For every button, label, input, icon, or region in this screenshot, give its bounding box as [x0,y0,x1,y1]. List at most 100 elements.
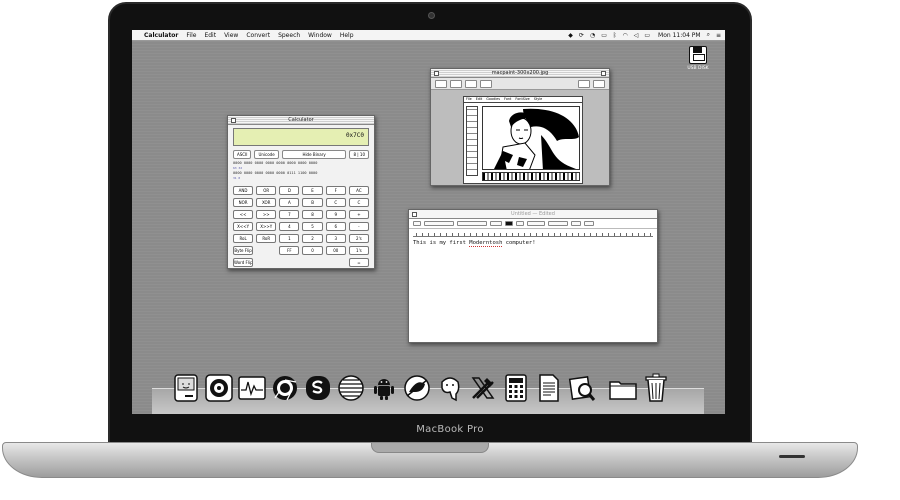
calculator-key[interactable]: FF [279,246,300,255]
calculator-key[interactable]: = [348,258,369,267]
calculator-key[interactable]: 00 [325,246,346,255]
trash-icon[interactable] [640,372,671,403]
toolbar-button[interactable] [435,80,447,88]
toolbar-button[interactable] [480,80,492,88]
calculator-key[interactable]: F [325,186,346,195]
ruler[interactable] [413,229,653,237]
safari-icon[interactable] [335,372,366,403]
paint-menu-item[interactable]: FontSize [515,97,529,102]
calculator-key[interactable]: C [325,198,346,207]
menu-help[interactable]: Help [340,32,354,39]
toolbar-button[interactable] [578,80,590,88]
menu-edit[interactable]: Edit [204,32,216,39]
calculator-key[interactable]: + [348,210,369,219]
macpaint-titlebar[interactable]: macpaint-300x200.jpg [431,69,609,78]
menu-view[interactable]: View [224,32,238,39]
calculator-key[interactable]: X<<Y [233,222,254,231]
paragraph-style-button[interactable] [413,221,421,226]
hide-binary-button[interactable]: Hide Binary [281,150,347,159]
alignment-group[interactable] [548,221,568,226]
calculator-key[interactable]: AC [348,186,369,195]
calculator-key[interactable]: >> [256,210,277,219]
calculator-key[interactable]: C [348,198,369,207]
paint-menu-item[interactable]: File [466,97,472,102]
unicode-button[interactable]: Unicode [254,150,279,159]
timemachine-icon[interactable]: ◔ [590,32,595,39]
calculator-key[interactable]: 5 [302,222,323,231]
calculator-key[interactable]: 0 [302,246,323,255]
hog-icon[interactable] [401,372,432,403]
preview-icon[interactable] [566,372,597,403]
calculator-key[interactable]: B [302,198,323,207]
android-icon[interactable] [368,372,399,403]
line-spacing-select[interactable] [571,221,581,226]
calculator-key[interactable]: 2's [348,234,369,243]
calculator-key[interactable]: AND [233,186,254,195]
xcode-icon[interactable] [467,372,498,403]
menu-file[interactable]: File [186,32,196,39]
calculator-key[interactable]: 7 [279,210,300,219]
sync-icon[interactable]: ⟳ [579,32,584,39]
menu-speech[interactable]: Speech [278,32,300,39]
zoom-icon[interactable] [601,71,606,76]
list-select[interactable] [584,221,594,226]
calculator-key[interactable]: RoL [233,234,254,243]
wifi-icon[interactable]: ◠ [622,32,627,39]
calculator-key[interactable]: 3 [325,234,346,243]
paint-menu-item[interactable]: Edit [476,97,483,102]
calculator-key[interactable]: 2 [302,234,323,243]
activity-monitor-icon[interactable] [236,372,267,403]
highlight-color-button[interactable] [516,221,524,226]
calculator-key[interactable]: << [233,210,254,219]
font-size-select[interactable] [490,221,502,226]
calculator-key[interactable]: 8 [302,210,323,219]
finder-mac-icon[interactable] [170,372,201,403]
volume-icon[interactable]: ◁ [634,32,639,39]
paint-menu-item[interactable]: Goodies [486,97,500,102]
folder-icon[interactable] [607,372,638,403]
close-icon[interactable] [434,71,439,76]
font-style-select[interactable] [457,221,487,226]
menu-window[interactable]: Window [308,32,332,39]
font-family-select[interactable] [424,221,454,226]
calculator-key[interactable]: 4 [279,222,300,231]
calculator-key[interactable]: Byte Flip [233,246,254,255]
menu-convert[interactable]: Convert [246,32,270,39]
bold-italic-underline-group[interactable] [527,221,545,226]
toolbar-button[interactable] [450,80,462,88]
postgres-icon[interactable] [434,372,465,403]
dropbox-icon[interactable]: ◆ [568,32,573,39]
toolbar-button[interactable] [465,80,477,88]
chrome-icon[interactable] [269,372,300,403]
document-text[interactable]: This is my first Moderntosh computer! [409,237,657,249]
paint-canvas[interactable] [482,106,580,170]
calculator-key[interactable]: D [279,186,300,195]
menubar-clock[interactable]: Mon 11:04 PM [658,32,701,39]
skype-icon[interactable] [302,372,333,403]
system-preferences-icon[interactable] [203,372,234,403]
menu-app-name[interactable]: Calculator [144,32,178,39]
close-icon[interactable] [412,212,417,217]
bluetooth-icon[interactable]: ᛒ [613,32,617,39]
calculator-key[interactable]: NOR [233,198,254,207]
calculator-icon[interactable] [500,372,531,403]
calculator-key[interactable]: 9 [325,210,346,219]
bits-selector[interactable]: 8 | 10 [349,150,369,159]
textedit-titlebar[interactable]: Untitled — Edited [409,210,657,219]
paint-menu-item[interactable]: Font [504,97,511,102]
calculator-titlebar[interactable]: Calculator [228,116,374,125]
calculator-key[interactable]: Word Flip [233,258,254,267]
close-icon[interactable] [231,118,236,123]
pattern-palette[interactable] [482,172,580,181]
paint-menu-item[interactable]: Style [534,97,543,102]
calculator-key[interactable]: XOR [256,198,277,207]
calculator-key[interactable]: X>>Y [256,222,277,231]
display-icon[interactable]: ▭ [601,32,607,39]
usb-disk[interactable]: USB DISK [685,46,711,71]
calculator-key[interactable]: 1 [279,234,300,243]
paint-tool-palette[interactable] [466,106,478,176]
ascii-button[interactable]: ASCII [233,150,252,159]
calculator-key[interactable]: - [348,222,369,231]
battery-icon[interactable]: ▭ [644,32,650,39]
calculator-key[interactable]: 6 [325,222,346,231]
